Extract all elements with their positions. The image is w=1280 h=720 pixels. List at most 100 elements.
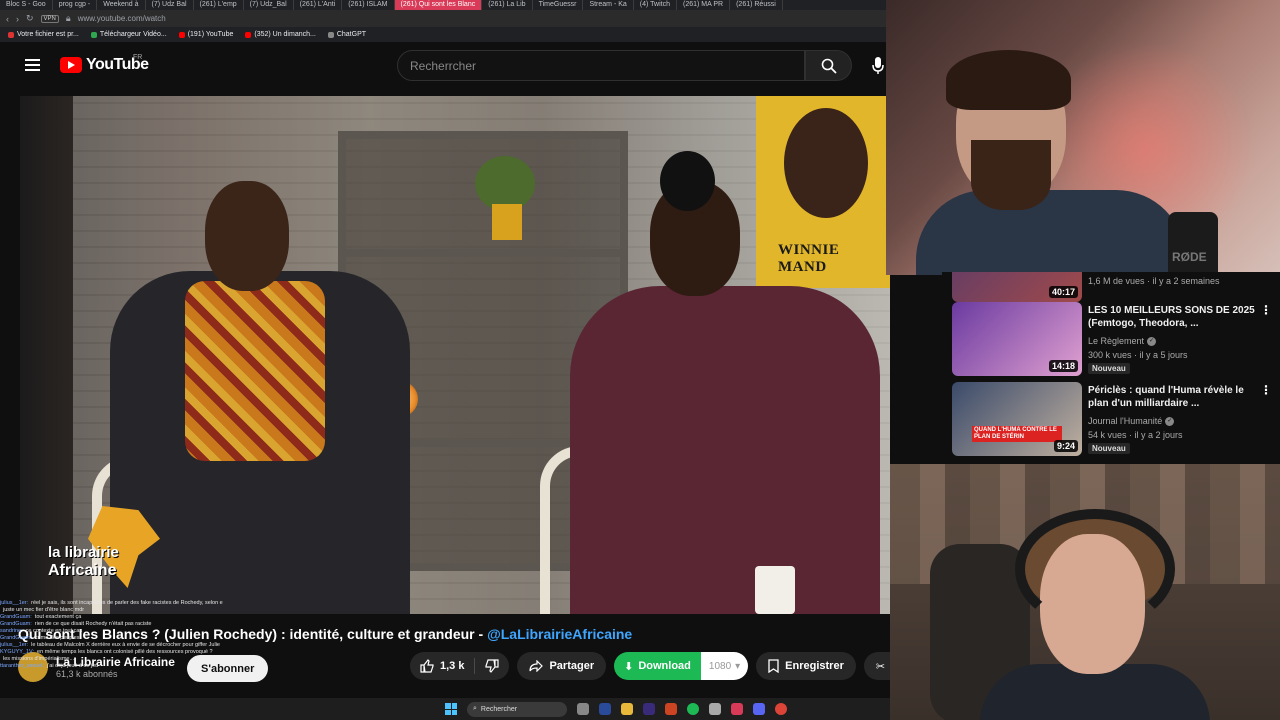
- video-frame-pot: [492, 204, 522, 240]
- browser-tab[interactable]: (261) L'Anti: [294, 0, 343, 10]
- recommended-video[interactable]: QUAND L'HUMA CONTRE LE PLAN DE STÉRIN 9:2…: [952, 382, 1278, 456]
- microphone-icon: [872, 57, 884, 74]
- thumbs-down-icon: [485, 659, 500, 673]
- app-icon[interactable]: [709, 703, 721, 715]
- recommended-video-title[interactable]: LES 10 MEILLEURS SONS DE 2025 (Femtogo, …: [1088, 304, 1258, 330]
- recommended-channel[interactable]: Le Règlement ✓: [1088, 336, 1157, 346]
- browser-icon[interactable]: [731, 703, 743, 715]
- microphone: [1168, 212, 1218, 275]
- guest-right-body: [570, 286, 880, 614]
- recommended-video-title[interactable]: Périclès : quand l'Huma révèle le plan d…: [1088, 384, 1258, 410]
- chat-message: GrandGuam: rien de ce que disait Rochedy …: [0, 621, 240, 628]
- reload-icon[interactable]: ↻: [26, 13, 34, 24]
- microphone-brand: RØDE: [1172, 250, 1207, 264]
- task-view-icon[interactable]: [577, 703, 589, 715]
- scissors-icon: ✂: [875, 660, 886, 673]
- browser-tab[interactable]: (261) Qui sont les Blanc: [394, 0, 483, 10]
- bookmark-item[interactable]: (352) Un dimanch...: [245, 31, 316, 38]
- download-button[interactable]: ⬇ Download: [614, 652, 701, 680]
- chat-username: GrandGuam:: [0, 614, 32, 620]
- save-button[interactable]: Enregistrer: [756, 652, 856, 680]
- chat-message: les missions d'impérialisme...: [0, 656, 240, 663]
- browser-tab[interactable]: (261) La Lib: [482, 0, 533, 10]
- browser-tab[interactable]: (261) Réussi: [730, 0, 783, 10]
- new-badge: Nouveau: [1088, 443, 1130, 454]
- search-input[interactable]: [398, 51, 804, 80]
- discord-icon[interactable]: [753, 703, 765, 715]
- forward-icon[interactable]: ›: [16, 14, 19, 24]
- browser-tab[interactable]: prog cgp -: [53, 0, 98, 10]
- recommended-video[interactable]: 14:18 LES 10 MEILLEURS SONS DE 2025 (Femt…: [952, 302, 1278, 376]
- video-thumbnail[interactable]: 14:18: [952, 302, 1082, 376]
- share-button[interactable]: Partager: [517, 652, 607, 680]
- spotify-icon[interactable]: [687, 703, 699, 715]
- search-button[interactable]: [805, 50, 852, 81]
- channel-handle-link[interactable]: @LaLibrairieAfricaine: [487, 626, 632, 642]
- file-explorer-icon[interactable]: [621, 703, 633, 715]
- video-frame-mug: [755, 566, 795, 614]
- vpn-badge[interactable]: VPN: [40, 14, 59, 23]
- browser-tab[interactable]: (4) Twitch: [634, 0, 678, 10]
- guest-left-head: [205, 181, 289, 291]
- like-button[interactable]: 1,3 k: [410, 652, 474, 680]
- recommended-video-stats: 54 k vues · il y a 2 jours: [1088, 430, 1183, 440]
- download-quality-value: 1080: [708, 660, 732, 672]
- browser-tab[interactable]: (261) MA PR: [677, 0, 731, 10]
- video-thumbnail[interactable]: 40:17: [952, 272, 1082, 302]
- menu-icon[interactable]: [25, 59, 40, 71]
- bookmark-favicon-icon: [90, 31, 97, 38]
- video-frame-plant: [475, 156, 535, 211]
- premiere-icon[interactable]: [643, 703, 655, 715]
- photoshop-icon[interactable]: [599, 703, 611, 715]
- recommended-channel[interactable]: Journal l'Humanité ✓: [1088, 416, 1175, 426]
- browser-tab[interactable]: (261) L'emp: [194, 0, 244, 10]
- logo-line-1: la librairie: [48, 544, 119, 561]
- download-quality-select[interactable]: 1080 ▾: [700, 652, 749, 680]
- bookmark-item[interactable]: (191) YouTube: [178, 31, 233, 38]
- video-player[interactable]: WINNIE MAND la librairie Africaine: [20, 96, 890, 614]
- search-box[interactable]: [397, 50, 805, 81]
- chat-text: j'ai déja joué à ce jeu: [47, 663, 99, 669]
- thumbnail-caption: QUAND L'HUMA CONTRE LE PLAN DE STÉRIN: [972, 426, 1062, 442]
- back-icon[interactable]: ‹: [6, 14, 9, 24]
- bookmark-favicon-icon: [327, 31, 334, 38]
- chat-text: rien de ce que disait Rochedy n'était pa…: [34, 621, 152, 627]
- recommended-video[interactable]: 40:17 1,6 M de vues · il y a 2 semaines: [952, 272, 1278, 302]
- chrome-icon[interactable]: [775, 703, 787, 715]
- browser-tab[interactable]: (261) ISLAM: [342, 0, 395, 10]
- browser-tab[interactable]: Weekend à: [97, 0, 146, 10]
- browser-tab-strip: Bloc S - Goo prog cgp - Weekend à (7) Udz …: [0, 0, 890, 10]
- windows-start-icon[interactable]: [445, 703, 457, 715]
- like-count: 1,3 k: [440, 660, 465, 672]
- url-text[interactable]: www.youtube.com/watch: [78, 14, 166, 23]
- dislike-button[interactable]: [475, 652, 509, 680]
- search-icon: [821, 58, 837, 74]
- chat-message: sandrine: ce contexte en tout cas: [0, 628, 240, 635]
- browser-tab[interactable]: TimeGuessr: [533, 0, 584, 10]
- browser-tab[interactable]: Bloc S - Goo: [0, 0, 53, 10]
- streamer-beard: [971, 140, 1051, 210]
- app-icon[interactable]: [665, 703, 677, 715]
- more-options-icon[interactable]: ⋮: [1260, 384, 1272, 396]
- video-thumbnail[interactable]: QUAND L'HUMA CONTRE LE PLAN DE STÉRIN 9:2…: [952, 382, 1082, 456]
- logo-line-2: Africaine: [48, 562, 117, 579]
- headset: [1015, 509, 1175, 629]
- browser-tab[interactable]: (7) Udz_Bal: [244, 0, 294, 10]
- chat-message: GrandGuam: crime des peuples: [0, 635, 240, 642]
- bookmark-item[interactable]: Votre fichier est pr...: [8, 31, 79, 38]
- browser-tab[interactable]: Stream - Ka: [583, 0, 634, 10]
- more-options-icon[interactable]: ⋮: [1260, 304, 1272, 316]
- chat-username: julius__1er:: [0, 642, 29, 648]
- chat-text: crime des peuples: [34, 635, 80, 641]
- chat-text: juste un mec fier d'être blanc mdr: [3, 607, 85, 613]
- chat-text: le tableau de Malcolm X derrière eux à e…: [31, 642, 220, 648]
- browser-tab[interactable]: (7) Udz Bal: [146, 0, 194, 10]
- video-duration: 40:17: [1048, 286, 1078, 298]
- browser-url-bar[interactable]: ‹ › ↻ VPN 🔒︎ www.youtube.com/watch: [0, 10, 890, 27]
- chat-text: tout exactement ça: [34, 614, 82, 620]
- chat-username: ttaranther_sexuel:: [0, 663, 45, 669]
- taskbar-search[interactable]: ⌕ Rechercher: [467, 701, 567, 717]
- bookmark-item[interactable]: ChatGPT: [327, 31, 366, 38]
- bookmark-item[interactable]: Téléchargeur Vidéo...: [90, 31, 167, 38]
- download-control: ⬇ Download 1080 ▾: [614, 652, 749, 680]
